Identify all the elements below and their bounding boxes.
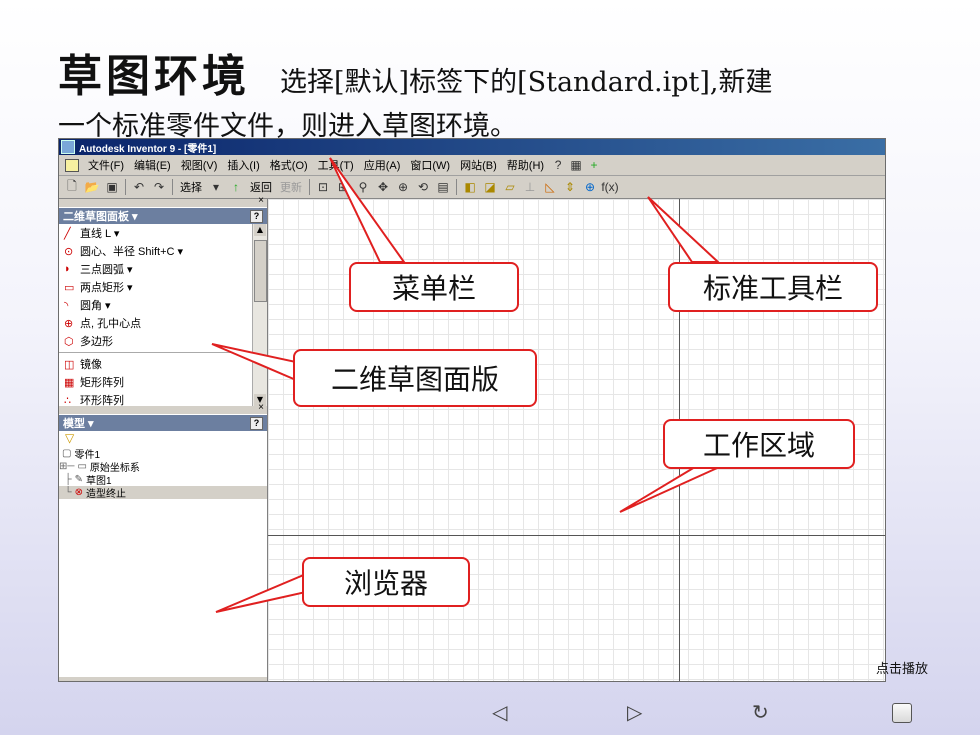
play-button[interactable]: 点击播放	[876, 658, 928, 677]
pointer-browser	[215, 572, 307, 613]
pointer-toolbar	[647, 196, 721, 263]
replay-icon[interactable]: ↻	[752, 700, 769, 724]
callout-toolbar: 标准工具栏	[668, 262, 878, 312]
stop-icon[interactable]	[892, 703, 912, 723]
next-icon[interactable]: ▷	[627, 700, 642, 724]
callout-panel: 二维草图面版	[293, 349, 537, 407]
pointer-workarea	[619, 463, 727, 513]
callout-menubar: 菜单栏	[349, 262, 519, 312]
callout-browser: 浏览器	[302, 557, 470, 607]
previous-icon[interactable]: ◁	[492, 700, 507, 724]
pointer-panel	[211, 343, 297, 382]
pointer-menubar	[329, 157, 406, 263]
callout-workarea: 工作区域	[663, 419, 855, 469]
